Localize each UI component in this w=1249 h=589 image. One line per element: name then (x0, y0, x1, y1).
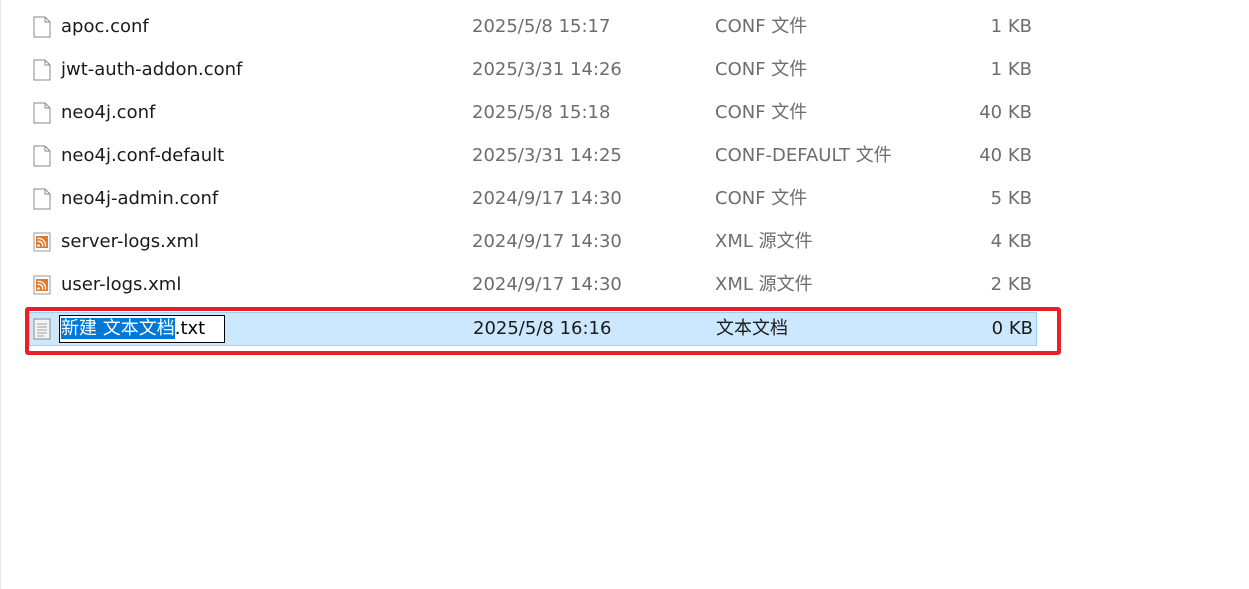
pane-left-border (0, 0, 1, 589)
file-row[interactable]: server-logs.xml 2024/9/17 14:30 XML 源文件 … (29, 225, 1037, 259)
rename-selected-text: 新建 文本文档 (61, 318, 175, 339)
xml-rss-icon (33, 275, 51, 295)
file-row[interactable]: apoc.conf 2025/5/8 15:17 CONF 文件 1 KB (29, 10, 1037, 44)
file-name: neo4j-admin.conf (61, 188, 219, 209)
document-icon (33, 59, 51, 81)
xml-rss-icon (33, 232, 51, 252)
file-date: 2025/3/31 14:26 (472, 59, 622, 80)
document-icon (33, 188, 51, 210)
text-file-icon (33, 318, 51, 340)
file-type: CONF-DEFAULT 文件 (715, 145, 892, 166)
file-type: CONF 文件 (715, 16, 808, 37)
file-size: 0 KB (991, 318, 1033, 339)
file-name: user-logs.xml (61, 274, 182, 295)
file-name: jwt-auth-addon.conf (61, 59, 243, 80)
file-name: server-logs.xml (61, 231, 200, 252)
file-date: 2025/5/8 15:18 (472, 102, 611, 123)
file-row[interactable]: jwt-auth-addon.conf 2025/3/31 14:26 CONF… (29, 53, 1037, 87)
file-size: 1 KB (990, 16, 1032, 37)
file-type: XML 源文件 (715, 274, 813, 295)
file-row[interactable]: neo4j.conf-default 2025/3/31 14:25 CONF-… (29, 139, 1037, 173)
document-icon (33, 16, 51, 38)
file-date: 2024/9/17 14:30 (472, 231, 622, 252)
file-date: 2024/9/17 14:30 (472, 274, 622, 295)
file-type: CONF 文件 (715, 59, 808, 80)
file-size: 4 KB (990, 231, 1032, 252)
file-type: CONF 文件 (715, 188, 808, 209)
new-file-row[interactable]: 新建 文本文档.txt 2025/5/8 16:16 文本文档 0 KB (29, 312, 1037, 346)
rename-extension: .txt (174, 318, 206, 339)
file-type: CONF 文件 (715, 102, 808, 123)
file-row[interactable]: user-logs.xml 2024/9/17 14:30 XML 源文件 2 … (29, 268, 1037, 302)
file-row[interactable]: neo4j.conf 2025/5/8 15:18 CONF 文件 40 KB (29, 96, 1037, 130)
file-name: apoc.conf (61, 16, 149, 37)
file-size: 1 KB (990, 59, 1032, 80)
file-size: 5 KB (990, 188, 1032, 209)
document-icon (33, 145, 51, 167)
file-size: 40 KB (979, 102, 1032, 123)
file-size: 40 KB (979, 145, 1032, 166)
file-date: 2024/9/17 14:30 (472, 188, 622, 209)
document-icon (33, 102, 51, 124)
file-type: 文本文档 (716, 318, 788, 339)
file-date: 2025/5/8 16:16 (473, 318, 612, 339)
file-name: neo4j.conf (61, 102, 156, 123)
file-type: XML 源文件 (715, 231, 813, 252)
file-date: 2025/5/8 15:17 (472, 16, 611, 37)
file-row[interactable]: neo4j-admin.conf 2024/9/17 14:30 CONF 文件… (29, 182, 1037, 216)
file-date: 2025/3/31 14:25 (472, 145, 622, 166)
file-size: 2 KB (990, 274, 1032, 295)
rename-input[interactable]: 新建 文本文档.txt (59, 315, 225, 343)
file-name: neo4j.conf-default (61, 145, 225, 166)
